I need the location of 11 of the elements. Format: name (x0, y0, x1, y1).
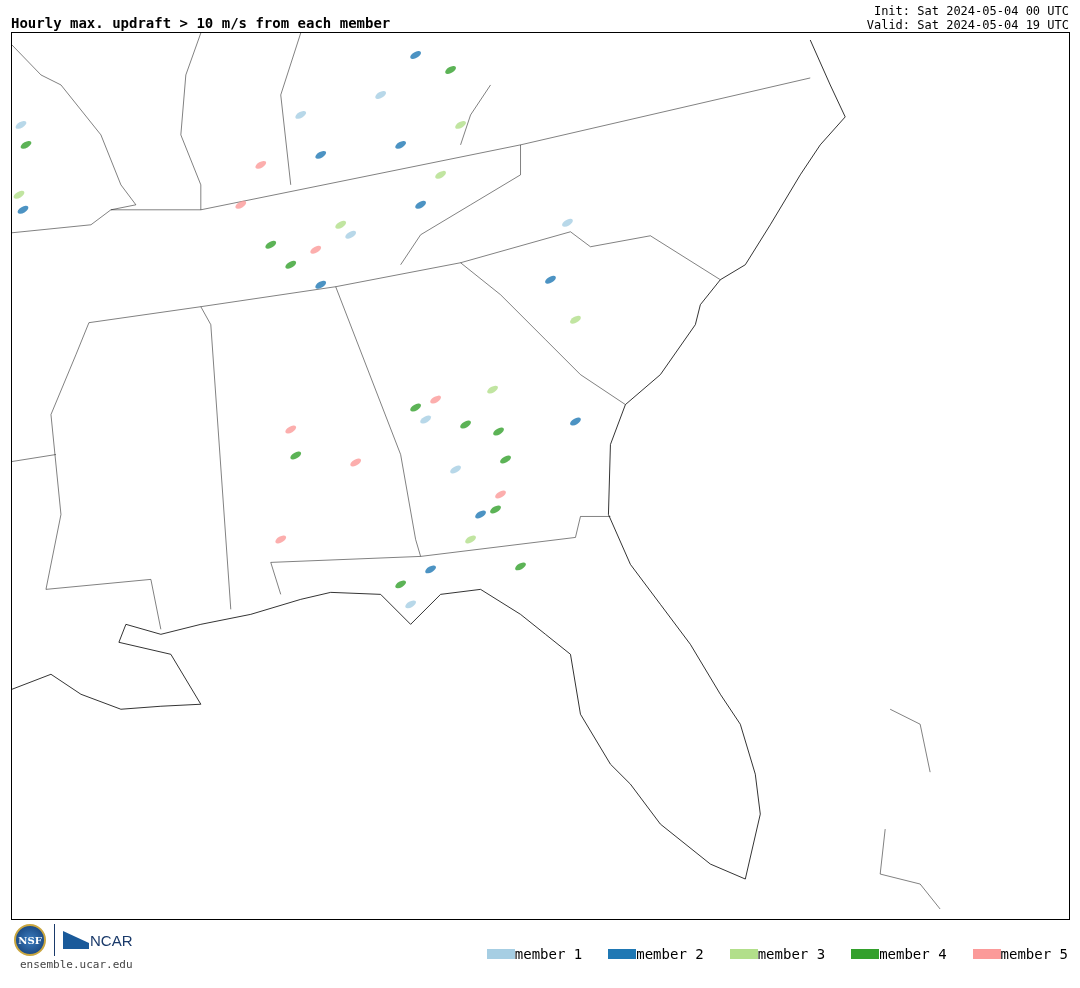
legend-label: member 2 (636, 946, 704, 962)
legend-label: member 1 (514, 946, 583, 962)
ncar-logo: NCAR (63, 931, 133, 949)
valid-time: Valid: Sat 2024-05-04 19 UTC (866, 18, 1069, 32)
legend-label: member 5 (1000, 946, 1068, 962)
chart-title: Hourly max. updraft > 10 m/s from each member (11, 14, 391, 32)
legend-label: member 4 (879, 946, 947, 962)
legend-label: member 3 (757, 946, 826, 962)
nsf-logo: NSF (14, 924, 46, 956)
website-url: ensemble.ucar.edu (19, 958, 133, 971)
init-time: Init: Sat 2024-05-04 00 UTC (872, 4, 1069, 18)
